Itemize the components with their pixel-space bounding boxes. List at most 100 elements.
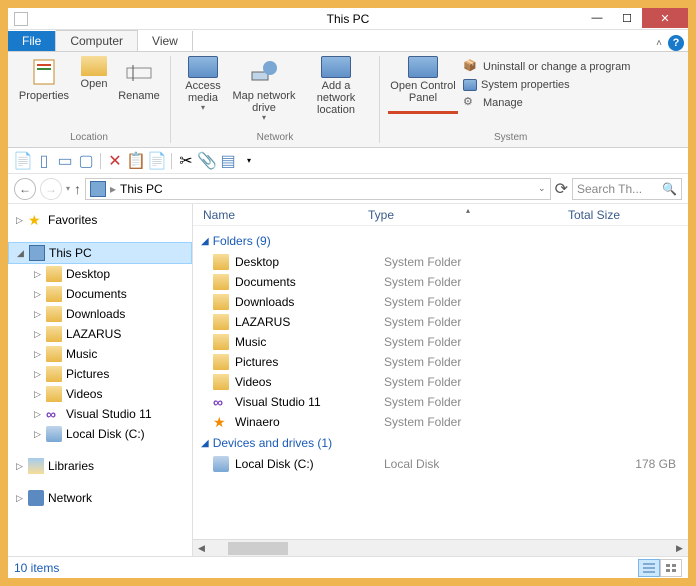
disk-icon	[46, 426, 62, 442]
qat-new-icon[interactable]: 📄	[14, 152, 32, 170]
folder-icon	[213, 354, 229, 370]
status-bar: 10 items	[8, 556, 688, 578]
qat-paste-icon[interactable]: 📄	[148, 152, 166, 170]
forward-button[interactable]: →	[40, 178, 62, 200]
folder-icon	[213, 374, 229, 390]
tab-view[interactable]: View	[138, 31, 193, 51]
recent-dropdown-icon[interactable]: ▾	[66, 184, 70, 193]
qat-btn2-icon[interactable]: ▯	[35, 152, 53, 170]
properties-button[interactable]: Properties	[16, 56, 72, 102]
scrollbar-thumb[interactable]	[228, 542, 288, 555]
icons-view-button[interactable]	[660, 559, 682, 577]
nav-item-downloads[interactable]: ▷Downloads	[8, 304, 192, 324]
qat-copy-icon[interactable]: 📋	[127, 152, 145, 170]
list-item[interactable]: DocumentsSystem Folder	[197, 272, 688, 292]
list-item[interactable]: ∞Visual Studio 11System Folder	[197, 392, 688, 412]
rename-label: Rename	[118, 90, 160, 102]
horizontal-scrollbar[interactable]: ◀ ▶	[193, 539, 688, 556]
qat-btn4-icon[interactable]: ▢	[77, 152, 95, 170]
nav-item-visual-studio[interactable]: ▷∞Visual Studio 11	[8, 404, 192, 424]
map-drive-button[interactable]: Map network drive ▾	[229, 56, 299, 123]
folder-icon	[46, 386, 62, 402]
up-button[interactable]: ↑	[74, 181, 81, 197]
map-drive-icon	[248, 56, 280, 88]
nav-item-videos[interactable]: ▷Videos	[8, 384, 192, 404]
nav-libraries[interactable]: ▷ Libraries	[8, 456, 192, 476]
manage-button[interactable]: ⚙ Manage	[460, 94, 633, 112]
list-item[interactable]: LAZARUSSystem Folder	[197, 312, 688, 332]
nav-item-label: Visual Studio 11	[66, 407, 152, 421]
nav-item-label: Local Disk (C:)	[66, 427, 145, 441]
list-item[interactable]: MusicSystem Folder	[197, 332, 688, 352]
file-listing[interactable]: ◢ Folders (9) DesktopSystem Folder Docum…	[193, 226, 688, 539]
column-name[interactable]: Name	[203, 208, 368, 222]
search-input[interactable]: Search Th... 🔍	[572, 178, 682, 200]
nav-item-label: Pictures	[66, 367, 109, 381]
address-text: This PC	[120, 182, 163, 196]
list-item[interactable]: VideosSystem Folder	[197, 372, 688, 392]
nav-this-pc-label: This PC	[49, 246, 92, 260]
ribbon-tabs: File Computer View ˄ ?	[8, 30, 688, 52]
uninstall-button[interactable]: 📦 Uninstall or change a program	[460, 58, 633, 76]
list-item[interactable]: ★WinaeroSystem Folder	[197, 412, 688, 432]
list-item[interactable]: DownloadsSystem Folder	[197, 292, 688, 312]
access-media-button[interactable]: Access media ▾	[179, 56, 227, 123]
tab-file[interactable]: File	[8, 31, 56, 51]
nav-favorites[interactable]: ▷ ★ Favorites	[8, 210, 192, 230]
search-placeholder: Search Th...	[577, 182, 642, 196]
chevron-up-icon[interactable]: ˄	[656, 38, 662, 49]
open-button[interactable]: Open	[74, 56, 114, 102]
nav-item-lazarus[interactable]: ▷LAZARUS	[8, 324, 192, 344]
nav-favorites-label: Favorites	[48, 213, 97, 227]
address-input[interactable]: ▸ This PC ⌄	[85, 178, 551, 200]
nav-item-label: LAZARUS	[66, 327, 121, 341]
media-icon	[188, 56, 218, 78]
access-media-label: Access media	[179, 80, 227, 104]
qat-btn10-icon[interactable]: ▤	[219, 152, 237, 170]
nav-network[interactable]: ▷ Network	[8, 488, 192, 508]
add-location-button[interactable]: Add a network location	[301, 56, 371, 123]
list-item[interactable]: PicturesSystem Folder	[197, 352, 688, 372]
rename-button[interactable]: Rename	[116, 56, 162, 102]
column-size[interactable]: Total Size	[568, 208, 688, 222]
nav-item-local-disk[interactable]: ▷Local Disk (C:)	[8, 424, 192, 444]
minimize-button[interactable]: —	[582, 8, 612, 28]
list-item[interactable]: Local Disk (C:)Local Disk178 GB	[197, 454, 688, 474]
close-button[interactable]: ✕	[642, 8, 688, 28]
nav-item-desktop[interactable]: ▷Desktop	[8, 264, 192, 284]
pc-icon	[90, 181, 106, 197]
uninstall-label: Uninstall or change a program	[483, 61, 630, 73]
folder-icon	[213, 314, 229, 330]
maximize-button[interactable]: ☐	[612, 8, 642, 28]
group-devices-header[interactable]: ◢ Devices and drives (1)	[197, 432, 688, 454]
qat-btn3-icon[interactable]: ▭	[56, 152, 74, 170]
system-properties-button[interactable]: System properties	[460, 78, 633, 92]
open-control-panel-button[interactable]: Open Control Panel	[388, 56, 458, 114]
libraries-icon	[28, 458, 44, 474]
nav-item-pictures[interactable]: ▷Pictures	[8, 364, 192, 384]
folder-icon	[46, 266, 62, 282]
details-view-button[interactable]	[638, 559, 660, 577]
list-item[interactable]: DesktopSystem Folder	[197, 252, 688, 272]
group-folders-header[interactable]: ◢ Folders (9)	[197, 230, 688, 252]
add-location-icon	[321, 56, 351, 78]
folder-icon	[213, 274, 229, 290]
nav-item-label: Videos	[66, 387, 102, 401]
navigation-pane[interactable]: ▷ ★ Favorites ◢ This PC ▷Desktop ▷Docume…	[8, 204, 193, 556]
star-icon: ★	[213, 414, 229, 430]
nav-item-documents[interactable]: ▷Documents	[8, 284, 192, 304]
collapse-icon: ◢	[201, 236, 209, 247]
column-type[interactable]: ▴Type	[368, 208, 568, 222]
search-icon: 🔍	[662, 182, 677, 196]
nav-item-music[interactable]: ▷Music	[8, 344, 192, 364]
tab-computer[interactable]: Computer	[56, 30, 138, 51]
qat-delete-icon[interactable]: ✕	[106, 152, 124, 170]
group-network-label: Network	[179, 132, 371, 145]
qat-btn9-icon[interactable]: 📎	[198, 152, 216, 170]
qat-cut-icon[interactable]: ✂	[177, 152, 195, 170]
back-button[interactable]: ←	[14, 178, 36, 200]
help-icon[interactable]: ?	[668, 35, 684, 51]
qat-dropdown-icon[interactable]: ▾	[240, 152, 258, 170]
refresh-button[interactable]: ⟳	[555, 179, 568, 199]
nav-this-pc[interactable]: ◢ This PC	[8, 242, 192, 264]
